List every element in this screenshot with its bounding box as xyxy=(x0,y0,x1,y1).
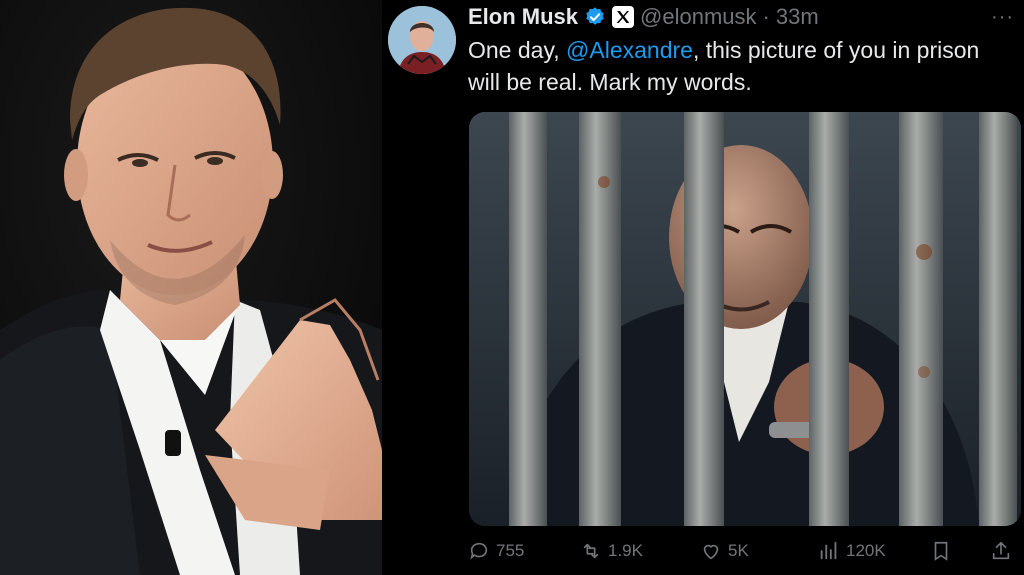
mention-link[interactable]: @Alexandre xyxy=(566,37,693,63)
left-photo xyxy=(0,0,382,575)
avatar[interactable] xyxy=(388,6,456,74)
author-handle[interactable]: @elonmusk xyxy=(640,4,757,30)
tweet-media-image[interactable] xyxy=(469,112,1021,526)
tweet-text-start: One day, xyxy=(468,37,567,63)
bookmark-icon xyxy=(934,541,948,561)
views-icon xyxy=(820,541,837,560)
repost-icon xyxy=(583,543,599,559)
views-count: 120K xyxy=(846,541,886,560)
reply-icon xyxy=(470,542,488,560)
reply-button[interactable]: 755 xyxy=(468,540,524,562)
share-button[interactable] xyxy=(990,540,1012,562)
like-icon xyxy=(703,544,719,560)
separator-dot: · xyxy=(762,4,770,29)
verified-badge-icon xyxy=(586,7,604,25)
tweet-text: One day, @Alexandre, this picture of you… xyxy=(468,34,988,98)
bookmark-button[interactable] xyxy=(930,540,952,562)
tweet-card: Elon Musk @elonmusk · 33m ··· One day, @… xyxy=(382,0,1024,575)
repost-button[interactable]: 1.9K xyxy=(580,540,643,562)
like-count: 5K xyxy=(728,541,749,560)
reply-count: 755 xyxy=(496,541,525,560)
tweet-header: Elon Musk @elonmusk · 33m xyxy=(468,4,819,30)
x-logo-icon xyxy=(612,6,635,28)
tweet-actions: 755 1.9K 5K 120K xyxy=(468,540,1024,568)
like-button[interactable]: 5K xyxy=(700,540,749,562)
views-button[interactable]: 120K xyxy=(818,540,886,562)
more-icon[interactable]: ··· xyxy=(991,6,1014,29)
share-icon xyxy=(992,541,1010,560)
repost-count: 1.9K xyxy=(608,541,643,560)
timestamp[interactable]: 33m xyxy=(776,4,819,30)
author-name[interactable]: Elon Musk xyxy=(468,4,578,30)
